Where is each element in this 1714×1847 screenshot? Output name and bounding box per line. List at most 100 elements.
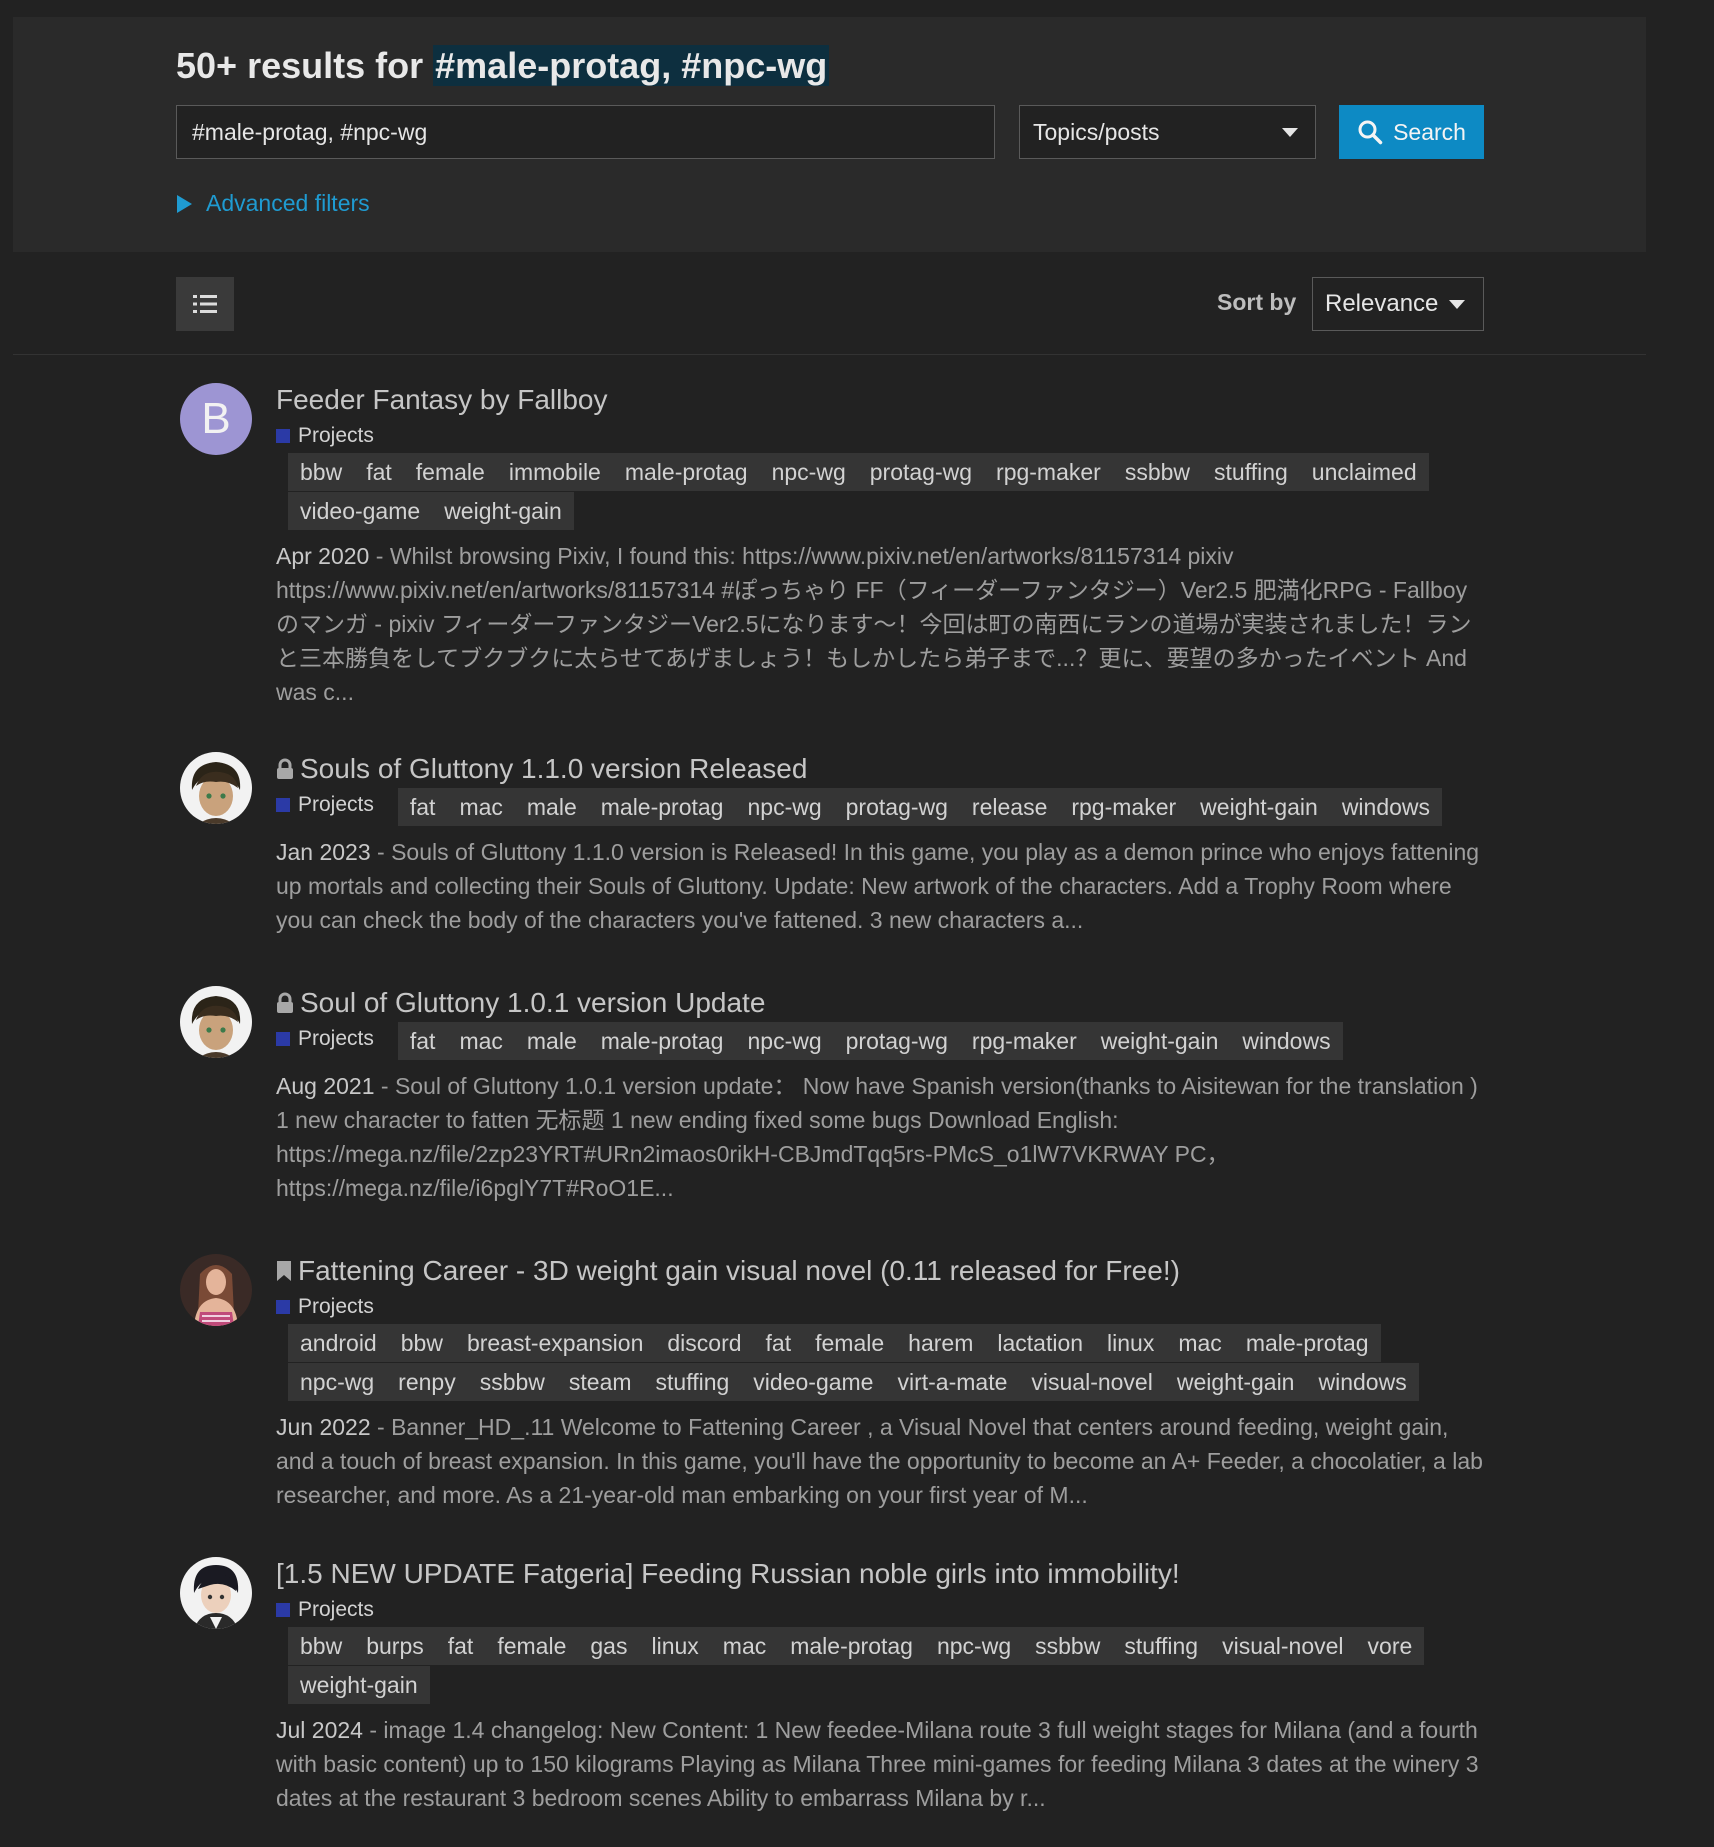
tag[interactable]: fat (354, 453, 404, 491)
category-label: Projects (298, 1598, 374, 1621)
tag[interactable]: immobile (496, 453, 613, 491)
tag[interactable]: npc-wg (735, 788, 834, 826)
tag[interactable]: weight-gain (288, 1666, 430, 1704)
tag[interactable]: npc-wg (735, 1022, 834, 1060)
tag-list: bbw fat female immobile male-protag npc-… (288, 453, 1468, 531)
sort-select[interactable]: Relevance (1312, 277, 1484, 331)
result-excerpt: Jul 2024 - image 1.4 changelog: New Cont… (276, 1717, 1479, 1811)
tag[interactable]: video-game (288, 492, 433, 530)
tag[interactable]: breast-expansion (454, 1324, 656, 1362)
tag[interactable]: male-protag (588, 788, 736, 826)
tag[interactable]: protag-wg (833, 788, 960, 826)
category-badge[interactable]: Projects (276, 1597, 1486, 1623)
tag[interactable]: fat (753, 1324, 804, 1362)
tag[interactable]: ssbbw (1023, 1627, 1113, 1665)
tag[interactable]: discord (655, 1324, 754, 1362)
tag[interactable]: mac (447, 788, 515, 826)
tag[interactable]: weight-gain (432, 492, 574, 530)
tag[interactable]: male (514, 788, 589, 826)
expand-list-button[interactable] (176, 277, 234, 331)
category-badge[interactable]: Projects (276, 1294, 1486, 1320)
tag[interactable]: npc-wg (759, 453, 858, 491)
avatar[interactable] (180, 752, 252, 824)
result-title-link[interactable]: [1.5 NEW UPDATE Fatgeria] Feeding Russia… (276, 1557, 1486, 1591)
tag[interactable]: gas (578, 1627, 640, 1665)
category-badge[interactable]: Projects (276, 423, 1486, 449)
tag[interactable]: bbw (288, 453, 355, 491)
tag[interactable]: linux (639, 1627, 711, 1665)
tag[interactable]: stuffing (1112, 1627, 1211, 1665)
tag[interactable]: linux (1095, 1324, 1167, 1362)
avatar[interactable] (180, 986, 252, 1058)
result-title-link[interactable]: Fattening Career - 3D weight gain visual… (276, 1254, 1486, 1288)
avatar[interactable] (180, 1254, 252, 1326)
tag[interactable]: vore (1355, 1627, 1425, 1665)
tag[interactable]: rpg-maker (984, 453, 1113, 491)
tag[interactable]: lactation (985, 1324, 1096, 1362)
result-title-link[interactable]: Feeder Fantasy by Fallboy (276, 383, 1486, 417)
tag[interactable]: male (514, 1022, 589, 1060)
category-label: Projects (298, 793, 374, 816)
search-button[interactable]: Search (1339, 105, 1484, 159)
tag[interactable]: female (485, 1627, 579, 1665)
tag[interactable]: female (803, 1324, 897, 1362)
result-title: Souls of Gluttony 1.1.0 version Released (300, 753, 808, 784)
tag[interactable]: fat (397, 1022, 448, 1060)
tag[interactable]: stuffing (643, 1363, 742, 1401)
tag[interactable]: ssbbw (467, 1363, 557, 1401)
tag[interactable]: unclaimed (1299, 453, 1429, 491)
tag[interactable]: rpg-maker (1059, 788, 1189, 826)
tag[interactable]: rpg-maker (959, 1022, 1089, 1060)
caret-right-icon (177, 194, 192, 213)
tag[interactable]: windows (1329, 788, 1443, 826)
tag[interactable]: release (959, 788, 1060, 826)
tag[interactable]: ssbbw (1112, 453, 1203, 491)
tag[interactable]: weight-gain (1188, 788, 1330, 826)
avatar[interactable] (180, 1557, 252, 1629)
search-input[interactable] (176, 105, 995, 159)
result-excerpt: Apr 2020 - Whilst browsing Pixiv, I foun… (276, 543, 1472, 705)
advanced-filters-toggle[interactable]: Advanced filters (177, 190, 370, 217)
result-date: Jul 2024 (276, 1717, 363, 1743)
result-title-link[interactable]: Soul of Gluttony 1.0.1 version Update (276, 986, 1486, 1020)
tag[interactable]: protag-wg (857, 453, 985, 491)
avatar[interactable]: B (180, 383, 252, 455)
tag[interactable]: mac (710, 1627, 779, 1665)
tag[interactable]: mac (1166, 1324, 1234, 1362)
tag[interactable]: male-protag (588, 1022, 736, 1060)
tag[interactable]: weight-gain (1164, 1363, 1307, 1401)
tag[interactable]: npc-wg (288, 1363, 387, 1401)
tag[interactable]: visual-novel (1019, 1363, 1165, 1401)
tag[interactable]: video-game (741, 1363, 886, 1401)
tag[interactable]: android (288, 1324, 389, 1362)
tag[interactable]: male-protag (778, 1627, 925, 1665)
tag[interactable]: renpy (386, 1363, 468, 1401)
tag[interactable]: npc-wg (924, 1627, 1024, 1665)
search-type-select[interactable]: Topics/posts (1019, 105, 1316, 159)
tag[interactable]: bbw (388, 1324, 455, 1362)
list-icon (193, 295, 217, 313)
tag[interactable]: fat (435, 1627, 486, 1665)
tag[interactable]: protag-wg (833, 1022, 960, 1060)
tag[interactable]: weight-gain (1088, 1022, 1231, 1060)
tag[interactable]: mac (447, 1022, 515, 1060)
tag[interactable]: female (403, 453, 497, 491)
tag[interactable]: stuffing (1202, 453, 1300, 491)
tag[interactable]: harem (896, 1324, 986, 1362)
tag[interactable]: burps (354, 1627, 436, 1665)
category-label: Projects (298, 1295, 374, 1318)
tag[interactable]: bbw (288, 1627, 355, 1665)
tag[interactable]: visual-novel (1210, 1627, 1356, 1665)
tag[interactable]: steam (556, 1363, 644, 1401)
category-badge[interactable]: Projects (276, 1026, 374, 1052)
category-badge[interactable]: Projects (276, 792, 374, 818)
tag[interactable]: fat (397, 788, 448, 826)
tag[interactable]: male-protag (1233, 1324, 1381, 1362)
result-title-link[interactable]: Souls of Gluttony 1.1.0 version Released (276, 752, 1486, 786)
tag[interactable]: male-protag (612, 453, 760, 491)
tag[interactable]: windows (1230, 1022, 1343, 1060)
tag[interactable]: windows (1306, 1363, 1419, 1401)
category-color-icon (276, 1603, 290, 1617)
tag[interactable]: virt-a-mate (885, 1363, 1020, 1401)
avatar-image (180, 1557, 252, 1629)
